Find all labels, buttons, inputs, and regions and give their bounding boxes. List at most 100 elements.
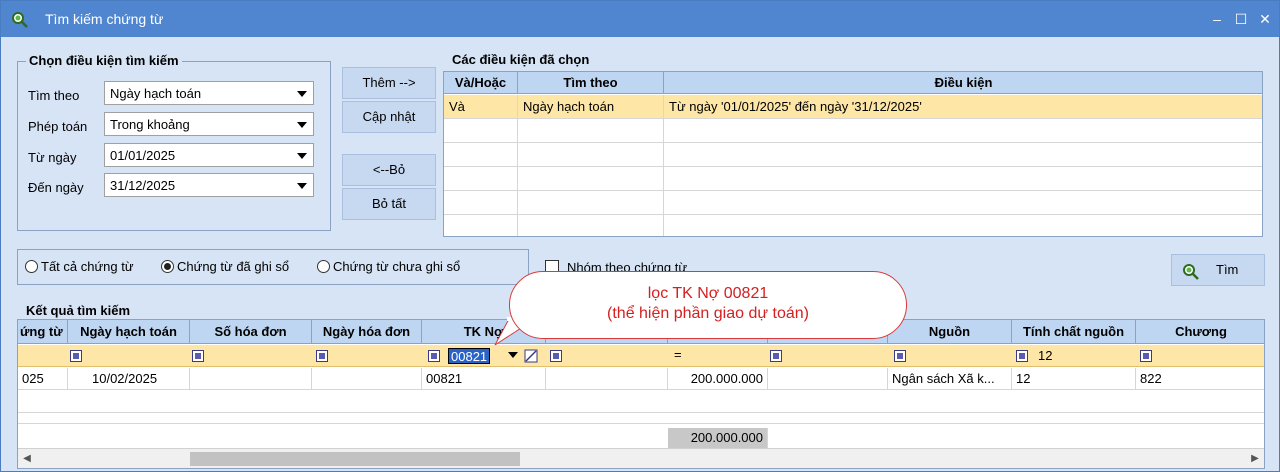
column-header-voucher[interactable]: ứng từ — [18, 320, 68, 344]
from-date-value: 01/01/2025 — [110, 148, 176, 163]
filter-operator-icon[interactable] — [550, 350, 562, 362]
filter-row[interactable]: 00821 = 12 — [18, 345, 1264, 367]
update-condition-button[interactable]: Cập nhật — [342, 101, 436, 133]
horizontal-scrollbar[interactable]: ◀ ▶ — [18, 448, 1264, 468]
debit-account-cell: 00821 — [422, 368, 546, 390]
clear-filter-icon[interactable] — [524, 349, 538, 363]
table-row[interactable] — [18, 408, 1264, 424]
remove-all-button[interactable]: Bỏ tất — [342, 188, 436, 220]
annotation-callout: lọc TK Nợ 00821 (thể hiện phần giao dự t… — [509, 271, 907, 339]
operator-select[interactable]: Trong khoảng — [104, 112, 314, 136]
source-cell: Ngân sách Xã k... — [888, 368, 1012, 390]
close-button[interactable]: ✕ — [1255, 9, 1275, 29]
source-nature-filter-value[interactable]: 12 — [1038, 348, 1052, 363]
column-header[interactable]: Và/Hoặc — [444, 72, 518, 94]
search-by-select[interactable]: Ngày hạch toán — [104, 81, 314, 105]
operator-value: Trong khoảng — [110, 117, 190, 132]
invoice-date-cell — [312, 368, 422, 390]
table-row[interactable] — [444, 119, 1262, 143]
radio-circle[interactable] — [25, 260, 38, 273]
table-row[interactable] — [444, 143, 1262, 167]
scroll-right-icon[interactable]: ▶ — [1248, 452, 1262, 466]
posting-date-cell: 10/02/2025 — [68, 368, 190, 390]
selected-conditions-legend: Các điều kiện đã chọn — [449, 52, 593, 68]
search-app-icon — [12, 12, 28, 28]
filter-operator-icon[interactable] — [1140, 350, 1152, 362]
radio-circle-selected[interactable] — [161, 260, 174, 273]
table-header: Và/Hoặc Tìm theo Điều kiện — [444, 72, 1262, 94]
search-button-label: Tìm — [1216, 262, 1239, 277]
search-conditions-legend: Chọn điều kiện tìm kiếm — [26, 53, 182, 69]
to-date-label: Đến ngày — [28, 180, 84, 195]
column-header-invoice-date[interactable]: Ngày hóa đơn — [312, 320, 422, 344]
search-icon — [1183, 264, 1199, 280]
to-date-value: 31/12/2025 — [110, 178, 176, 193]
amount-cell: 200.000.000 — [668, 368, 768, 390]
column-header-source-nature[interactable]: Tính chất nguồn — [1012, 320, 1136, 344]
table-row[interactable]: Và Ngày hạch toán Từ ngày '01/01/2025' đ… — [444, 95, 1262, 119]
filter-operator-icon[interactable] — [192, 350, 204, 362]
add-condition-button[interactable]: Thêm --> — [342, 67, 436, 99]
filter-operator-icon[interactable] — [894, 350, 906, 362]
radio-all-vouchers-label: Tất cả chứng từ — [41, 259, 134, 274]
window-title: Tìm kiếm chứng từ — [45, 11, 164, 27]
search-by-label: Tìm theo — [28, 88, 80, 103]
scroll-left-icon[interactable]: ◀ — [20, 452, 34, 466]
column-header[interactable]: Điều kiện — [664, 72, 1262, 94]
dropdown-arrow-icon[interactable] — [297, 183, 307, 189]
scrollbar-thumb[interactable] — [190, 452, 520, 466]
andor-cell: Và — [444, 95, 518, 119]
filter-operator-icon[interactable] — [316, 350, 328, 362]
search-button[interactable]: Tìm — [1171, 254, 1265, 286]
radio-circle[interactable] — [317, 260, 330, 273]
column-header-invoice-no[interactable]: Số hóa đơn — [190, 320, 312, 344]
results-legend: Kết quả tìm kiếm — [23, 303, 134, 318]
radio-posted-vouchers[interactable]: Chứng từ đã ghi sổ — [161, 259, 289, 274]
callout-line-1: lọc TK Nợ 00821 — [647, 285, 769, 302]
filter-operator-icon[interactable] — [70, 350, 82, 362]
radio-all-vouchers[interactable]: Tất cả chứng từ — [25, 259, 134, 274]
selected-conditions-table[interactable]: Và/Hoặc Tìm theo Điều kiện Và Ngày hạch … — [443, 71, 1263, 237]
radio-unposted-vouchers-label: Chứng từ chưa ghi sổ — [333, 259, 461, 274]
search-voucher-window: Tìm kiếm chứng từ – ☐ ✕ Chọn điều kiện t… — [0, 0, 1280, 472]
search-conditions-group: Chọn điều kiện tìm kiếm Tìm theo Ngày hạ… — [17, 53, 331, 231]
search-by-cell: Ngày hạch toán — [518, 95, 664, 119]
remove-condition-button[interactable]: <--Bỏ — [342, 154, 436, 186]
table-cell — [768, 368, 888, 390]
dropdown-arrow-icon[interactable] — [297, 91, 307, 97]
table-row[interactable] — [444, 215, 1262, 236]
column-header-chapter[interactable]: Chương — [1136, 320, 1264, 344]
column-header-source[interactable]: Nguồn — [888, 320, 1012, 344]
total-amount-cell: 200.000.000 — [668, 428, 768, 448]
voucher-cell: 025 — [18, 368, 68, 390]
filter-operator-icon[interactable] — [770, 350, 782, 362]
callout-line-2: (thể hiện phần giao dự toán) — [607, 305, 809, 322]
filter-dropdown-arrow-icon[interactable] — [508, 352, 518, 358]
column-header[interactable]: Tìm theo — [518, 72, 664, 94]
table-row[interactable] — [444, 191, 1262, 215]
chapter-cell: 822 — [1140, 371, 1162, 386]
search-by-value: Ngày hạch toán — [110, 86, 202, 101]
to-date-picker[interactable]: 31/12/2025 — [104, 173, 314, 197]
table-cell — [546, 368, 668, 390]
maximize-button[interactable]: ☐ — [1231, 9, 1251, 29]
from-date-label: Từ ngày — [28, 150, 77, 165]
dropdown-arrow-icon[interactable] — [297, 122, 307, 128]
title-bar: Tìm kiếm chứng từ – ☐ ✕ — [1, 1, 1279, 37]
debit-account-filter-input[interactable]: 00821 — [448, 348, 491, 364]
operator-label: Phép toán — [28, 119, 88, 134]
amount-filter-operator[interactable]: = — [674, 347, 682, 362]
condition-cell: Từ ngày '01/01/2025' đến ngày '31/12/202… — [664, 95, 1262, 119]
filter-operator-icon[interactable] — [428, 350, 440, 362]
table-row[interactable] — [444, 167, 1262, 191]
column-header-posting-date[interactable]: Ngày hạch toán — [68, 320, 190, 344]
results-table[interactable]: ứng từ Ngày hạch toán Số hóa đơn Ngày hó… — [17, 319, 1265, 469]
from-date-picker[interactable]: 01/01/2025 — [104, 143, 314, 167]
dropdown-arrow-icon[interactable] — [297, 153, 307, 159]
radio-unposted-vouchers[interactable]: Chứng từ chưa ghi sổ — [317, 259, 460, 274]
summary-row: 200.000.000 — [18, 428, 1264, 448]
minimize-button[interactable]: – — [1207, 9, 1227, 29]
invoice-no-cell — [190, 368, 312, 390]
table-row[interactable]: 025 10/02/2025 00821 200.000.000 Ngân sá… — [18, 368, 1264, 390]
filter-operator-icon[interactable] — [1016, 350, 1028, 362]
